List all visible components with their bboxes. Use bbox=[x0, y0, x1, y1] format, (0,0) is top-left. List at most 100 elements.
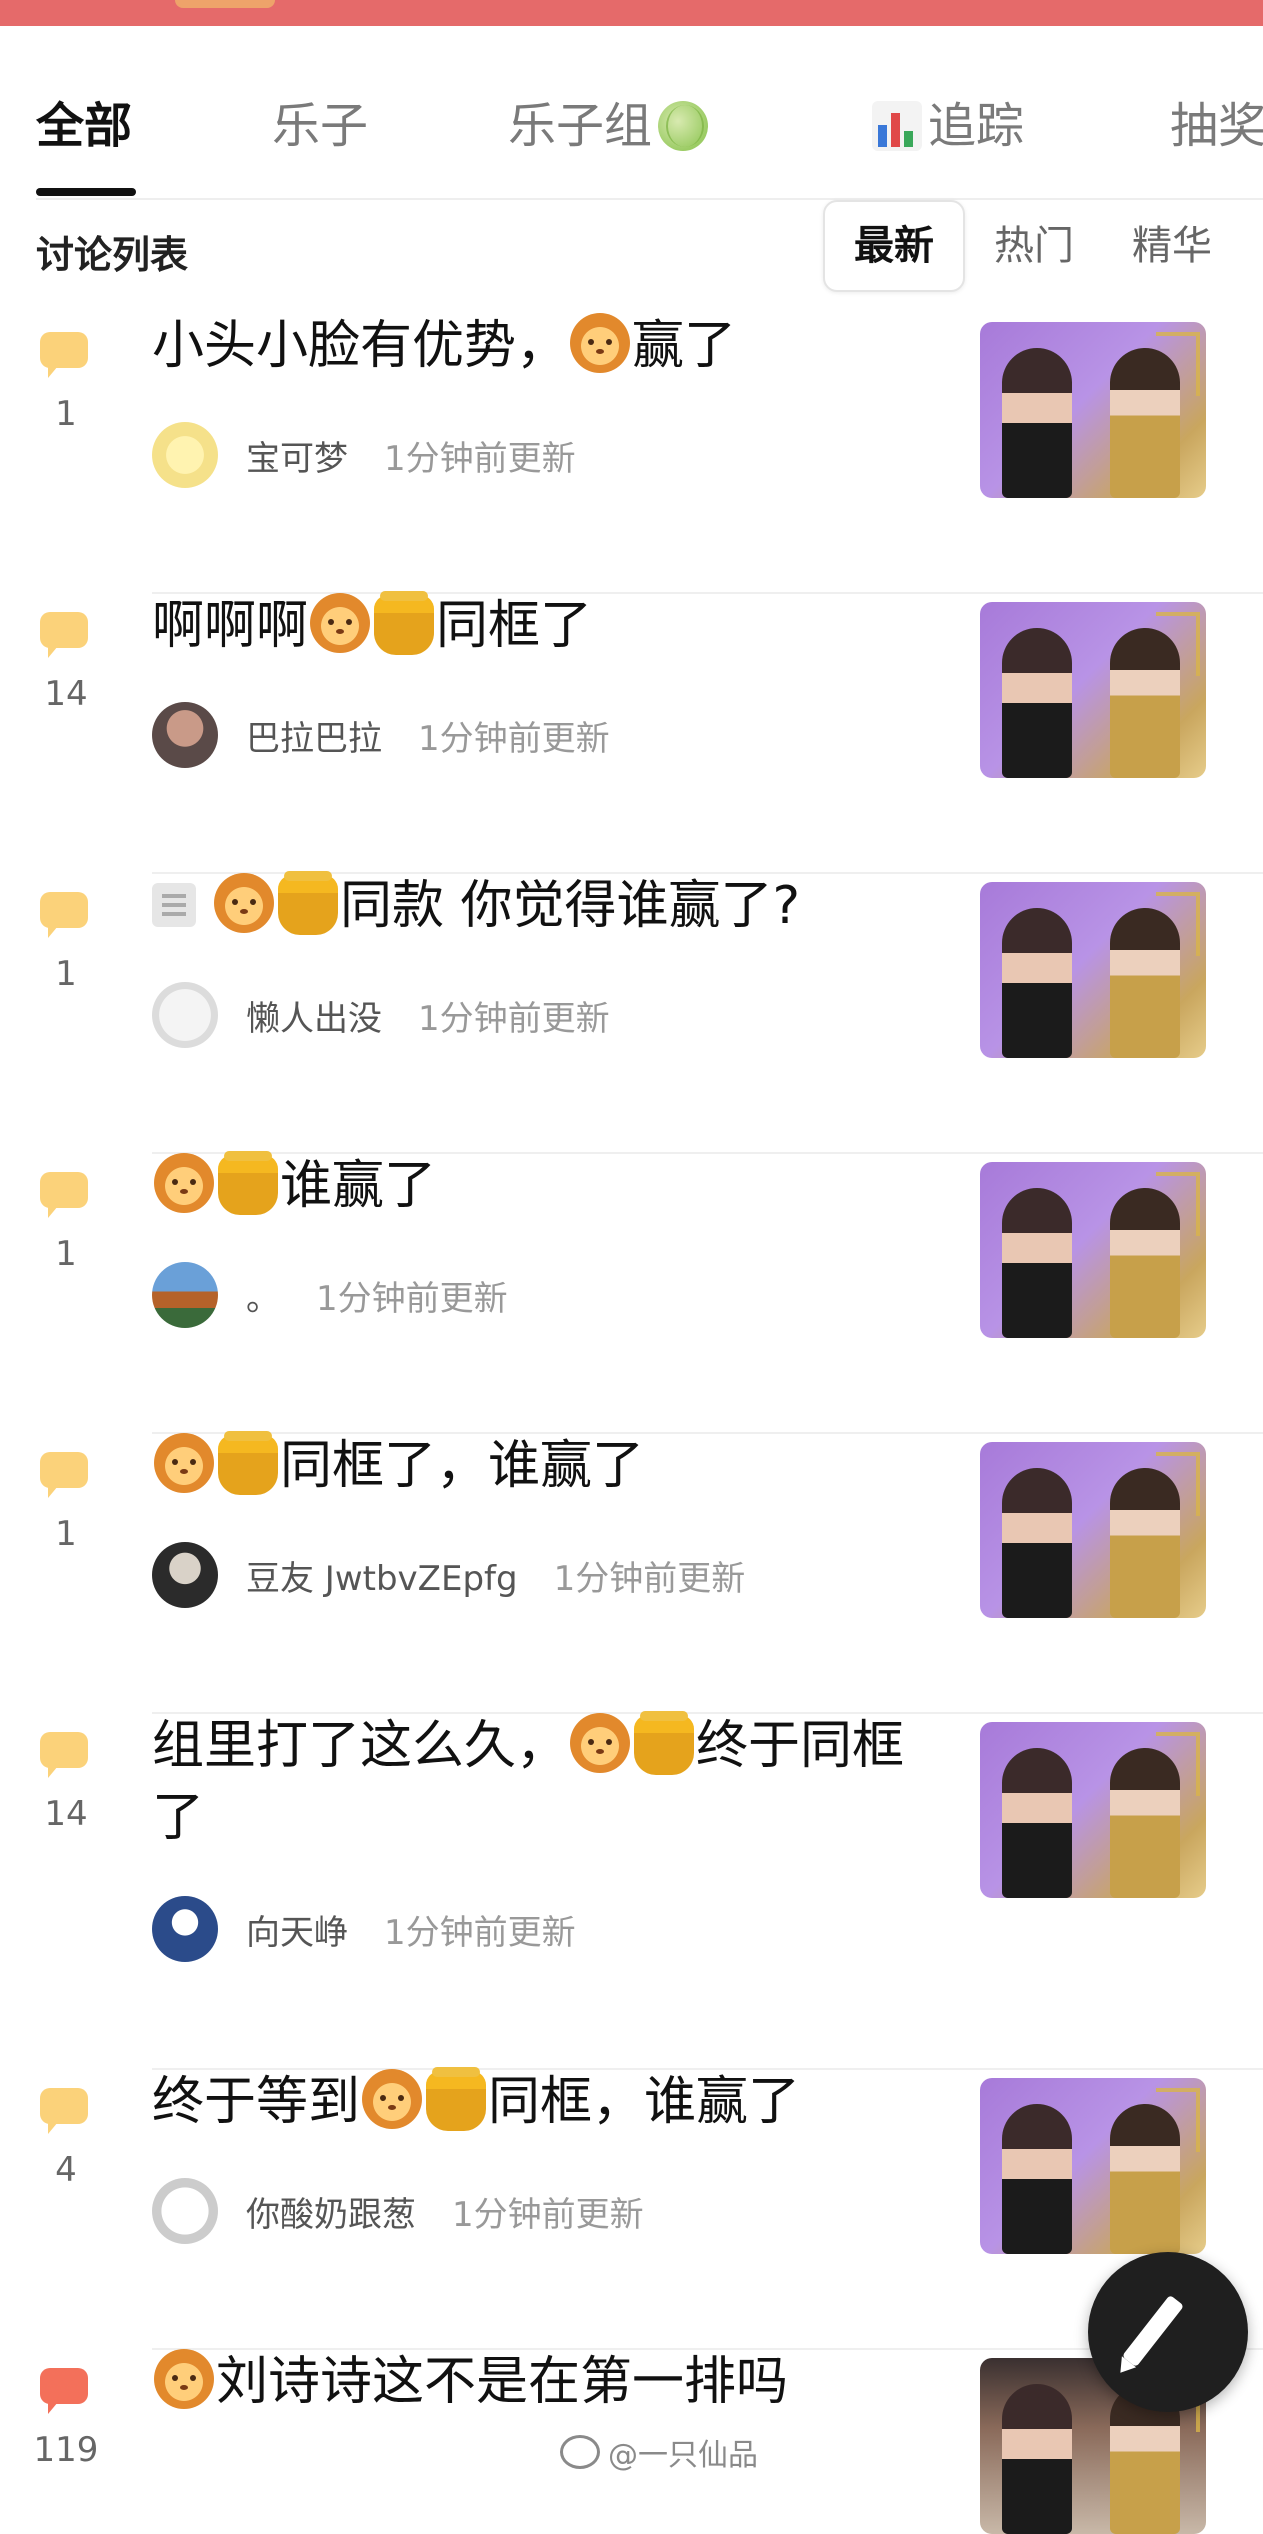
post-row[interactable]: 14 啊啊啊 同框了巴拉巴拉 1分钟前更新 bbox=[0, 591, 1263, 874]
person-figure bbox=[1002, 2384, 1072, 2534]
post-thumbnail[interactable] bbox=[980, 2078, 1206, 2254]
post-row[interactable]: 1 小头小脸有优势， 赢了宝可梦 1分钟前更新 bbox=[0, 313, 1263, 594]
tab-lottery[interactable]: 抽奖 bbox=[1170, 96, 1263, 156]
compose-button[interactable] bbox=[1088, 2252, 1248, 2412]
updated-time: 1分钟前更新 bbox=[553, 1558, 746, 1599]
backdrop-decoration bbox=[1156, 1172, 1200, 1236]
post-title-text: 同框了，谁赢了 bbox=[280, 1436, 645, 1496]
comment-icon bbox=[40, 1172, 88, 1218]
avatar[interactable] bbox=[152, 1542, 218, 1608]
honey-pot-icon bbox=[278, 871, 338, 935]
avatar[interactable] bbox=[152, 422, 218, 488]
backdrop-decoration bbox=[1156, 612, 1200, 676]
lion-face-icon bbox=[570, 1713, 631, 1773]
sort-hot-button[interactable]: 热门 bbox=[965, 202, 1103, 290]
comment-icon bbox=[40, 2088, 88, 2134]
post-meta: 巴拉巴拉 1分钟前更新 bbox=[152, 702, 610, 768]
lion-face-icon bbox=[154, 1433, 214, 1493]
post-thumbnail[interactable] bbox=[980, 1442, 1206, 1618]
backdrop-decoration bbox=[1156, 892, 1200, 956]
backdrop-decoration bbox=[1156, 1452, 1200, 1516]
section-title: 讨论列表 bbox=[36, 233, 189, 277]
author-name[interactable]: 你酸奶跟葱 bbox=[246, 2187, 416, 2236]
sort-newest-button[interactable]: 最新 bbox=[823, 200, 965, 292]
post-meta: 豆友 JwtbvZEpfg 1分钟前更新 bbox=[152, 1542, 745, 1608]
avatar[interactable] bbox=[152, 702, 218, 768]
watermark-text: @一只仙品 bbox=[608, 2438, 758, 2473]
sort-featured-button[interactable]: 精华 bbox=[1103, 202, 1241, 290]
comment-count: 1 bbox=[55, 1514, 77, 1554]
weibo-logo-icon bbox=[560, 2435, 600, 2469]
updated-time: 1分钟前更新 bbox=[384, 438, 576, 479]
avatar[interactable] bbox=[152, 1896, 218, 1962]
post-title-text: 赢了 bbox=[632, 316, 737, 376]
author-name[interactable]: 宝可梦 bbox=[246, 431, 348, 480]
avatar[interactable] bbox=[152, 2178, 218, 2244]
lion-face-icon bbox=[362, 2069, 423, 2129]
post-thumbnail[interactable] bbox=[980, 1162, 1206, 1338]
author-name[interactable]: 懒人出没 bbox=[246, 991, 382, 1040]
author-name[interactable]: 向天峥 bbox=[246, 1905, 348, 1954]
backdrop-decoration bbox=[1156, 2088, 1200, 2152]
post-row[interactable]: 4 终于等到 同框，谁赢了 你酸奶跟葱 1分钟前更新 bbox=[0, 2067, 1263, 2350]
post-row[interactable]: 1 同框了，谁赢了豆友 JwtbvZEpfg 1分钟前更新 bbox=[0, 1431, 1263, 1714]
tab-fun[interactable]: 乐子 bbox=[272, 96, 368, 156]
comment-count: 14 bbox=[44, 674, 88, 714]
comment-icon bbox=[40, 612, 88, 658]
honey-pot-icon bbox=[426, 2067, 487, 2131]
post-row[interactable]: 14 组里打了这么久， 终于同框了 向天峥 1分钟前更新 bbox=[0, 1711, 1263, 2070]
post-title[interactable]: 刘诗诗这不是在第一排吗 bbox=[152, 2346, 952, 2418]
tab-all[interactable]: 全部 bbox=[36, 96, 132, 156]
tab-label: 乐子 bbox=[272, 98, 369, 154]
post-row[interactable]: 1 同款 你觉得谁赢了? 懒人出没 1分钟前更新 bbox=[0, 871, 1263, 1154]
post-title[interactable]: 谁赢了 bbox=[152, 1150, 952, 1222]
lion-face-icon bbox=[154, 2349, 214, 2409]
tab-tracking[interactable]: 追踪 bbox=[872, 96, 1024, 156]
comment-count: 1 bbox=[55, 954, 77, 994]
lion-face-icon bbox=[570, 313, 631, 373]
post-thumbnail[interactable] bbox=[980, 322, 1206, 498]
lion-face-icon bbox=[214, 873, 274, 933]
tab-label: 追踪 bbox=[928, 98, 1025, 154]
post-title[interactable]: 终于等到 同框，谁赢了 bbox=[152, 2066, 952, 2138]
author-name[interactable]: 巴拉巴拉 bbox=[246, 711, 382, 760]
author-name[interactable]: 豆友 JwtbvZEpfg bbox=[246, 1551, 518, 1600]
comment-count: 1 bbox=[55, 394, 77, 434]
post-title[interactable]: 组里打了这么久， 终于同框了 bbox=[152, 1710, 952, 1854]
backdrop-decoration bbox=[1156, 332, 1200, 396]
post-thumbnail[interactable] bbox=[980, 1722, 1206, 1898]
banner-decoration bbox=[175, 0, 275, 8]
post-title[interactable]: 啊啊啊 同框了 bbox=[152, 590, 952, 662]
tab-fun-group[interactable]: 乐子组 bbox=[508, 96, 709, 156]
honey-pot-icon bbox=[218, 1151, 278, 1215]
post-title-text: 同框了 bbox=[436, 596, 593, 656]
pencil-icon bbox=[1121, 2294, 1185, 2368]
comment-icon bbox=[40, 1452, 88, 1498]
avatar[interactable] bbox=[152, 982, 218, 1048]
post-title[interactable]: 小头小脸有优势， 赢了 bbox=[152, 310, 952, 382]
sort-segmented-control: 最新 热门 精华 bbox=[823, 200, 1235, 292]
post-row[interactable]: 1 谁赢了。 1分钟前更新 bbox=[0, 1151, 1263, 1434]
comment-icon bbox=[40, 1732, 88, 1778]
tab-label: 乐子组 bbox=[508, 98, 653, 154]
post-thumbnail[interactable] bbox=[980, 602, 1206, 778]
lion-face-icon bbox=[154, 1153, 214, 1213]
lion-face-icon bbox=[310, 593, 371, 653]
comment-count: 119 bbox=[33, 2430, 99, 2470]
post-meta: 宝可梦 1分钟前更新 bbox=[152, 422, 576, 488]
post-title[interactable]: 同款 你觉得谁赢了? bbox=[152, 870, 952, 942]
post-title-text: 终于等到 bbox=[152, 2072, 361, 2132]
post-title-text: 组里打了这么久， bbox=[152, 1716, 569, 1776]
tab-bar: 全部 乐子 乐子组 追踪 抽奖 bbox=[0, 26, 1263, 200]
post-title-text: 同款 你觉得谁赢了? bbox=[340, 876, 801, 936]
comment-count: 14 bbox=[44, 1794, 88, 1834]
post-meta: 懒人出没 1分钟前更新 bbox=[152, 982, 610, 1048]
post-title[interactable]: 同框了，谁赢了 bbox=[152, 1430, 952, 1502]
person-figure bbox=[1002, 1468, 1072, 1618]
post-thumbnail[interactable] bbox=[980, 882, 1206, 1058]
post-meta: 。 1分钟前更新 bbox=[152, 1262, 508, 1328]
honey-pot-icon bbox=[218, 1431, 278, 1495]
avatar[interactable] bbox=[152, 1262, 218, 1328]
post-title-text: 同框，谁赢了 bbox=[488, 2072, 801, 2132]
author-name[interactable]: 。 bbox=[246, 1271, 280, 1320]
